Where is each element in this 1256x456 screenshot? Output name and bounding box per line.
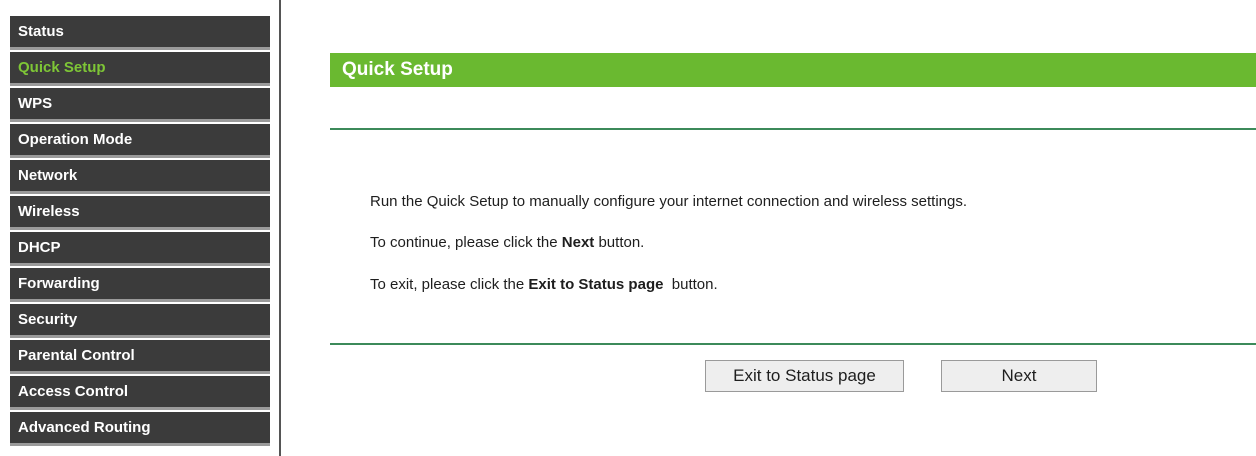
exit-suffix: button. — [663, 276, 718, 293]
sidebar-item-wireless[interactable]: Wireless — [10, 196, 270, 230]
continue-suffix: button. — [594, 234, 645, 251]
next-button[interactable]: Next — [941, 360, 1097, 392]
sidebar-item-security[interactable]: Security — [10, 304, 270, 338]
exit-to-status-button[interactable]: Exit to Status page — [705, 360, 904, 392]
page-title: Quick Setup — [330, 53, 1256, 87]
sidebar-divider — [279, 0, 281, 456]
bottom-separator — [330, 343, 1256, 345]
sidebar-item-parental-control[interactable]: Parental Control — [10, 340, 270, 374]
sidebar-item-status[interactable]: Status — [10, 16, 270, 50]
sidebar-item-forwarding[interactable]: Forwarding — [10, 268, 270, 302]
top-separator — [330, 128, 1256, 130]
continue-bold: Next — [561, 234, 595, 251]
sidebar-item-access-control[interactable]: Access Control — [10, 376, 270, 410]
exit-instruction: To exit, please click the Exit to Status… — [370, 276, 718, 293]
sidebar-menu: Status Quick Setup WPS Operation Mode Ne… — [0, 0, 274, 456]
sidebar-item-dhcp[interactable]: DHCP — [10, 232, 270, 266]
exit-bold: Exit to Status page — [528, 276, 664, 293]
exit-prefix: To exit, please click the — [370, 276, 529, 293]
sidebar-item-wps[interactable]: WPS — [10, 88, 270, 122]
sidebar-item-quick-setup[interactable]: Quick Setup — [10, 52, 270, 86]
sidebar-item-advanced-routing[interactable]: Advanced Routing — [10, 412, 270, 446]
sidebar-item-network[interactable]: Network — [10, 160, 270, 194]
continue-instruction: To continue, please click the Next butto… — [370, 234, 644, 251]
intro-text: Run the Quick Setup to manually configur… — [370, 193, 967, 210]
sidebar-item-operation-mode[interactable]: Operation Mode — [10, 124, 270, 158]
continue-prefix: To continue, please click the — [370, 234, 562, 251]
